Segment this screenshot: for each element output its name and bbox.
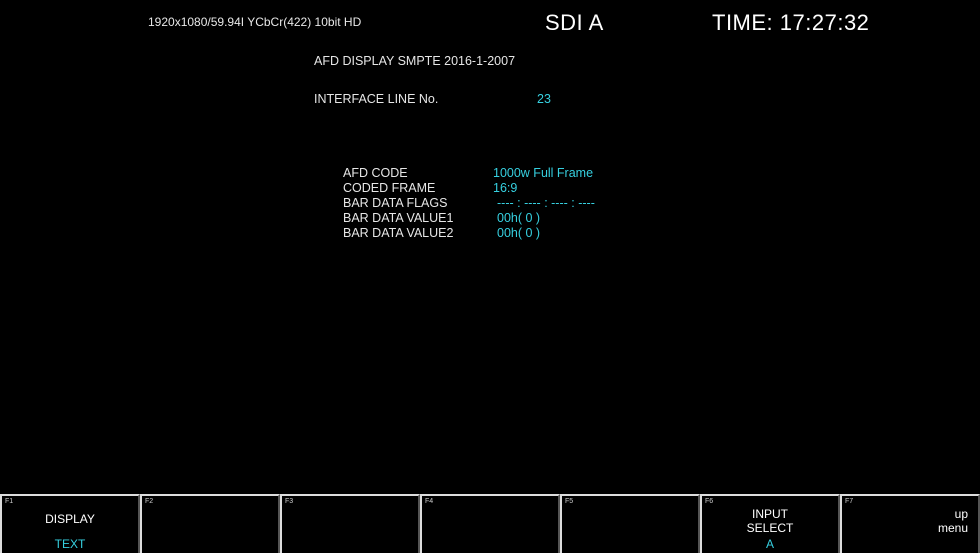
f6-selected-value: A bbox=[765, 537, 774, 551]
f4-number: F4 bbox=[425, 498, 434, 505]
f3-number: F3 bbox=[285, 498, 294, 505]
f1-display-button[interactable]: F1 DISPLAY TEXT bbox=[0, 494, 140, 553]
afd-code-value: 1000w Full Frame bbox=[493, 166, 594, 180]
coded-frame-label: CODED FRAME bbox=[343, 181, 436, 195]
f6-label-line2: SELECT bbox=[746, 521, 794, 535]
coded-frame-value: 16:9 bbox=[493, 181, 518, 195]
video-format-label: 1920x1080/59.94I YCbCr(422) 10bit HD bbox=[148, 15, 362, 29]
f7-up-menu-button[interactable]: F7 up menu bbox=[840, 494, 980, 553]
bar-data-value1-row: BAR DATA VALUE1 00h( 0 ) bbox=[343, 211, 643, 226]
f1-label: DISPLAY bbox=[45, 512, 95, 526]
function-key-bar: F1 DISPLAY TEXT F2 F3 F4 F5 F6 INPUT SEL… bbox=[0, 494, 980, 553]
input-channel-label: SDI A bbox=[545, 10, 604, 35]
interface-line-value: 23 bbox=[537, 92, 551, 106]
f6-label-line1: INPUT bbox=[752, 507, 788, 521]
time-display: TIME: 17:27:32 bbox=[712, 10, 870, 35]
f7-label-line1: up bbox=[954, 507, 968, 521]
f6-input-select-button[interactable]: F6 INPUT SELECT A bbox=[700, 494, 840, 553]
afd-display-title: AFD DISPLAY SMPTE 2016-1-2007 bbox=[314, 54, 516, 68]
f5-number: F5 bbox=[565, 498, 574, 505]
f2-button[interactable]: F2 bbox=[140, 494, 280, 553]
bar-data-flags-label: BAR DATA FLAGS bbox=[343, 196, 448, 210]
f7-number: F7 bbox=[845, 498, 854, 505]
interface-line-label: INTERFACE LINE No. bbox=[314, 92, 439, 106]
afd-code-label: AFD CODE bbox=[343, 166, 408, 180]
bar-data-flags-row: BAR DATA FLAGS ---- : ---- : ---- : ---- bbox=[343, 196, 643, 211]
coded-frame-row: CODED FRAME 16:9 bbox=[343, 181, 643, 196]
f6-number: F6 bbox=[705, 498, 714, 505]
f2-number: F2 bbox=[145, 498, 154, 505]
bar-data-value1-value: 00h( 0 ) bbox=[497, 211, 541, 225]
bar-data-value2-value: 00h( 0 ) bbox=[497, 226, 541, 240]
f1-number: F1 bbox=[5, 498, 14, 505]
f4-button[interactable]: F4 bbox=[420, 494, 560, 553]
f5-button[interactable]: F5 bbox=[560, 494, 700, 553]
f3-button[interactable]: F3 bbox=[280, 494, 420, 553]
f7-label-line2: menu bbox=[937, 521, 968, 535]
bar-data-value1-label: BAR DATA VALUE1 bbox=[343, 211, 454, 225]
afd-code-row: AFD CODE 1000w Full Frame bbox=[343, 166, 643, 181]
afd-info-panel: AFD CODE 1000w Full Frame CODED FRAME 16… bbox=[343, 166, 643, 241]
bar-data-flags-value: ---- : ---- : ---- : ---- bbox=[497, 196, 595, 210]
bar-data-value2-label: BAR DATA VALUE2 bbox=[343, 226, 454, 240]
bar-data-value2-row: BAR DATA VALUE2 00h( 0 ) bbox=[343, 226, 643, 241]
f1-selected-value: TEXT bbox=[54, 537, 86, 551]
